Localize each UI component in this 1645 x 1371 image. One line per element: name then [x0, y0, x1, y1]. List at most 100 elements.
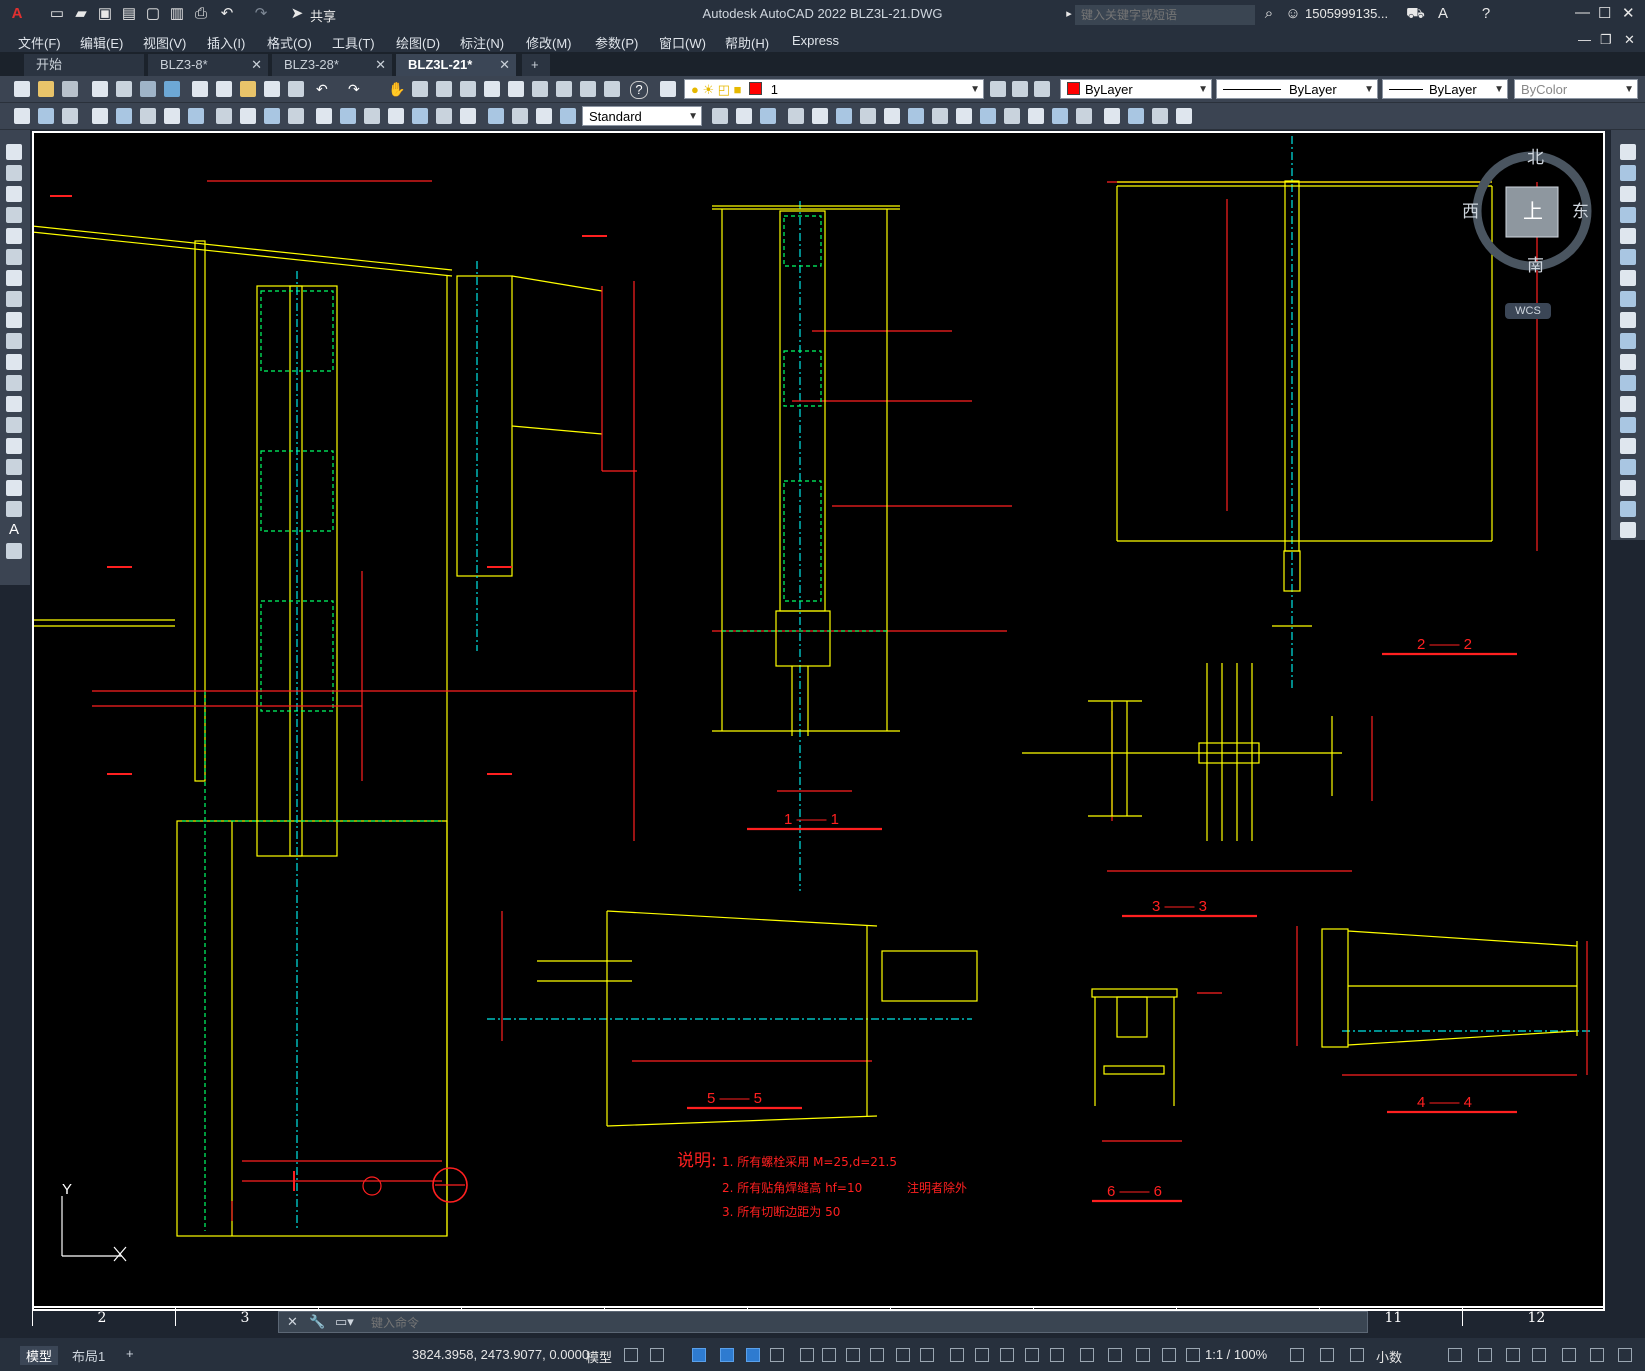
copy-icon[interactable]	[1620, 165, 1636, 181]
gradient-icon[interactable]	[6, 459, 22, 475]
save-icon[interactable]	[62, 81, 78, 97]
dimension-tool-icon[interactable]	[560, 108, 576, 124]
copy-icon[interactable]	[216, 81, 232, 97]
lock-ui-icon[interactable]	[1162, 1348, 1176, 1362]
units-icon[interactable]	[1108, 1348, 1122, 1362]
chamfer-icon[interactable]	[1620, 417, 1636, 433]
revision-cloud-icon[interactable]	[6, 291, 22, 307]
rectangle-icon[interactable]	[6, 228, 22, 244]
insert-block-icon[interactable]	[6, 375, 22, 391]
dimension-tool-icon[interactable]	[788, 108, 804, 124]
menu-window[interactable]: 窗口(W)	[659, 33, 706, 52]
blend-icon[interactable]	[1620, 459, 1636, 475]
dimension-tool-icon[interactable]	[188, 108, 204, 124]
cart-icon[interactable]: ⛟	[1406, 5, 1425, 23]
customize-icon[interactable]	[1506, 1348, 1520, 1362]
new-icon[interactable]	[14, 81, 30, 97]
selection-cycling-icon[interactable]	[870, 1348, 884, 1362]
menu-view[interactable]: 视图(V)	[143, 33, 186, 52]
dimension-tool-icon[interactable]	[1052, 108, 1068, 124]
mirror-icon[interactable]	[1620, 186, 1636, 202]
fullscreen-icon[interactable]	[1562, 1348, 1576, 1362]
grid-icon[interactable]	[624, 1348, 638, 1362]
plot-icon[interactable]	[92, 81, 108, 97]
menu-file[interactable]: 文件(F)	[18, 33, 61, 52]
tab-model[interactable]: 模型	[20, 1346, 59, 1365]
ellipse-arc-icon[interactable]	[6, 354, 22, 370]
dimension-tool-icon[interactable]	[760, 108, 776, 124]
dimension-tool-icon[interactable]	[860, 108, 876, 124]
annotation-visibility-icon[interactable]	[1000, 1348, 1014, 1362]
dimension-tool-icon[interactable]	[316, 108, 332, 124]
viewcube-north[interactable]: 北	[1527, 143, 1544, 168]
menu-express[interactable]: Express	[792, 33, 839, 48]
trim-icon[interactable]	[1620, 333, 1636, 349]
dimension-tool-icon[interactable]	[116, 108, 132, 124]
menu-edit[interactable]: 编辑(E)	[80, 33, 123, 52]
tool-palettes-icon[interactable]	[532, 81, 548, 97]
help-icon[interactable]: ?	[1477, 5, 1495, 23]
dimension-tool-icon[interactable]	[388, 108, 404, 124]
menu-modify[interactable]: 修改(M)	[526, 33, 572, 52]
close-button[interactable]: ✕	[1622, 4, 1635, 22]
scale-icon[interactable]	[1620, 291, 1636, 307]
layer-previous-icon[interactable]	[1012, 81, 1028, 97]
close-icon[interactable]: ✕	[287, 1314, 298, 1330]
minimize-button[interactable]: —	[1575, 4, 1590, 21]
open-icon[interactable]	[38, 81, 54, 97]
dimension-tool-icon[interactable]	[712, 108, 728, 124]
dimension-tool-icon[interactable]	[1076, 108, 1092, 124]
dimension-tool-icon[interactable]	[164, 108, 180, 124]
dimension-tool-icon[interactable]	[140, 108, 156, 124]
dimension-tool-icon[interactable]	[836, 108, 852, 124]
dimension-tool-icon[interactable]	[364, 108, 380, 124]
command-line[interactable]: ✕ 🔧 ▭▾	[278, 1311, 1368, 1333]
dimension-tool-icon[interactable]	[216, 108, 232, 124]
menu-format[interactable]: 格式(O)	[267, 33, 312, 52]
annotation-scale[interactable]: 1:1 / 100%	[1205, 1347, 1267, 1362]
dimension-tool-icon[interactable]	[1028, 108, 1044, 124]
plotstyle-dropdown[interactable]: ByColor ▼	[1514, 79, 1638, 99]
dimension-tool-icon[interactable]	[512, 108, 528, 124]
notifications-icon[interactable]	[1618, 1348, 1632, 1362]
cut-icon[interactable]	[192, 81, 208, 97]
dimension-tool-icon[interactable]	[340, 108, 356, 124]
dimension-tool-icon[interactable]	[1152, 108, 1168, 124]
menu-insert[interactable]: 插入(I)	[207, 33, 245, 52]
maximize-button[interactable]: ☐	[1598, 4, 1611, 22]
arc-icon[interactable]	[6, 249, 22, 265]
dimension-tool-icon[interactable]	[1004, 108, 1020, 124]
dimension-tool-icon[interactable]	[460, 108, 476, 124]
menu-parametric[interactable]: 参数(P)	[595, 33, 638, 52]
construction-line-icon[interactable]	[6, 165, 22, 181]
dimension-tool-icon[interactable]	[812, 108, 828, 124]
layer-state-icon[interactable]	[1034, 81, 1050, 97]
close-icon[interactable]: ✕	[251, 54, 262, 76]
dimension-tool-icon[interactable]	[62, 108, 78, 124]
linetype-dropdown[interactable]: ByLayer ▼	[1216, 79, 1378, 99]
move-icon[interactable]	[1620, 249, 1636, 265]
close-icon[interactable]: ✕	[375, 54, 386, 76]
gizmo-icon[interactable]	[975, 1348, 989, 1362]
menu-draw[interactable]: 绘图(D)	[396, 33, 440, 52]
drawing-canvas[interactable]: 说明: 1. 所有螺栓采用 M=25,d=21.5 2. 所有贴角焊缝高 hf=…	[32, 131, 1605, 1326]
dimension-tool-icon[interactable]	[92, 108, 108, 124]
menu-tools[interactable]: 工具(T)	[332, 33, 375, 52]
polar-icon[interactable]	[720, 1348, 734, 1362]
clean-screen-icon[interactable]	[1478, 1348, 1492, 1362]
layer-dropdown[interactable]: ● ☀ ◰ ■ 1 ▼	[684, 79, 984, 99]
dimension-tool-icon[interactable]	[14, 108, 30, 124]
wcs-menu[interactable]: WCS	[1505, 303, 1551, 319]
search-icon[interactable]: ⌕	[1260, 5, 1278, 23]
settings-icon[interactable]	[1290, 1348, 1304, 1362]
selection-filter-icon[interactable]	[950, 1348, 964, 1362]
dimension-tool-icon[interactable]	[436, 108, 452, 124]
zoom-window-icon[interactable]	[436, 81, 452, 97]
3d-print-icon[interactable]	[164, 81, 180, 97]
redo-icon[interactable]: ↷	[348, 81, 364, 97]
color-dropdown[interactable]: ByLayer ▼	[1060, 79, 1212, 99]
zoom-previous-icon[interactable]	[460, 81, 476, 97]
add-layout-button[interactable]: +	[126, 1346, 134, 1361]
make-current-icon[interactable]	[990, 81, 1006, 97]
polyline-icon[interactable]	[6, 186, 22, 202]
